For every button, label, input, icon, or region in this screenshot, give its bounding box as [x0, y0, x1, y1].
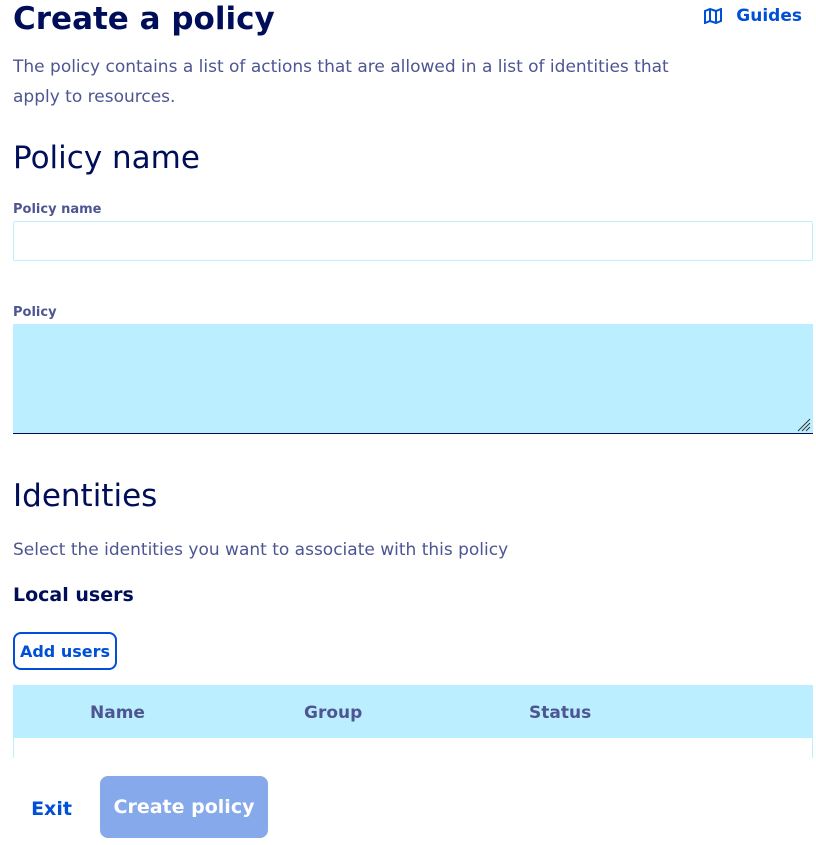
- guides-link[interactable]: Guides: [704, 6, 802, 26]
- exit-button[interactable]: Exit: [18, 779, 85, 839]
- form-footer: Exit Create policy: [0, 758, 816, 845]
- policy-name-heading: Policy name: [13, 140, 200, 176]
- policy-name-label: Policy name: [13, 202, 102, 217]
- local-users-heading: Local users: [13, 584, 134, 606]
- page-title: Create a policy: [13, 1, 275, 37]
- create-policy-button[interactable]: Create policy: [100, 776, 268, 838]
- resize-grip-icon[interactable]: [795, 416, 811, 432]
- column-header-status[interactable]: Status: [529, 703, 591, 723]
- local-users-table: Name Group Status: [13, 685, 813, 765]
- identities-heading: Identities: [13, 478, 158, 514]
- column-header-group[interactable]: Group: [304, 703, 362, 723]
- guides-label: Guides: [736, 6, 802, 26]
- page-description: The policy contains a list of actions th…: [13, 57, 669, 107]
- add-users-button[interactable]: Add users: [13, 632, 117, 670]
- book-icon: [704, 8, 723, 24]
- policy-textarea-wrapper: [13, 324, 813, 434]
- policy-name-input[interactable]: [13, 221, 813, 261]
- column-header-name[interactable]: Name: [90, 703, 145, 723]
- table-header-row: Name Group Status: [14, 685, 812, 738]
- identities-description: Select the identities you want to associ…: [13, 540, 509, 560]
- policy-label: Policy: [13, 305, 57, 320]
- policy-textarea[interactable]: [13, 324, 813, 434]
